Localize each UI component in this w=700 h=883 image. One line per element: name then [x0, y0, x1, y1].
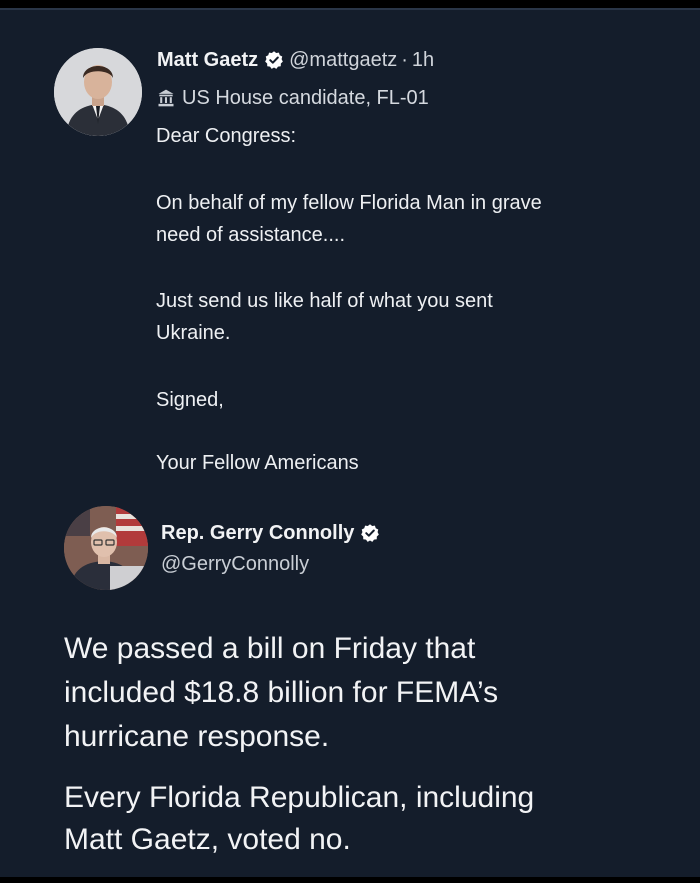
author-name[interactable]: Rep. Gerry Connolly [161, 522, 354, 545]
account-label: US House candidate, FL-01 [156, 84, 429, 112]
tweet2-text-line: Matt Gaetz, voted no. [64, 823, 351, 856]
tweet1-text-line: Signed, [156, 389, 224, 411]
tweet2-header: Rep. Gerry Connolly [161, 519, 385, 547]
author-handle[interactable]: @GerryConnolly [161, 553, 309, 576]
tweet2-text-line: hurricane response. [64, 720, 330, 753]
tweet2-text-line: included $18.8 billion for FEMA’s [64, 676, 499, 709]
screenshot-frame: Matt Gaetz @mattgaetz · 1h US House cand… [0, 8, 700, 877]
top-divider [0, 8, 700, 10]
verified-badge-icon [265, 51, 283, 69]
tweet1-text-line: need of assistance.... [156, 224, 346, 246]
tweet2-text-line: Every Florida Republican, including [64, 781, 535, 814]
avatar-portrait-image [64, 506, 148, 590]
tweet1-text-line: On behalf of my fellow Florida Man in gr… [156, 192, 542, 214]
avatar-portrait-image [54, 48, 142, 136]
tweet1-text-line: Dear Congress: [156, 125, 297, 147]
separator-dot: · [401, 48, 408, 71]
tweet-timestamp[interactable]: 1h [412, 49, 434, 72]
tweet1-text-line: Just send us like half of what you sent [156, 290, 493, 312]
tweet1-header: Matt Gaetz @mattgaetz · 1h [157, 46, 434, 74]
author-handle[interactable]: @mattgaetz [289, 49, 397, 72]
verified-badge-icon [361, 524, 380, 542]
author-name[interactable]: Matt Gaetz [157, 49, 258, 72]
government-building-icon [158, 89, 174, 107]
account-label-text: US House candidate, FL-01 [182, 86, 429, 109]
tweet1-text-line: Your Fellow Americans [156, 452, 359, 474]
tweet1-text-line: Ukraine. [156, 322, 231, 344]
tweet2-text-line: We passed a bill on Friday that [64, 632, 476, 665]
gerry-connolly-avatar[interactable] [64, 506, 148, 590]
matt-gaetz-avatar[interactable] [54, 48, 142, 136]
